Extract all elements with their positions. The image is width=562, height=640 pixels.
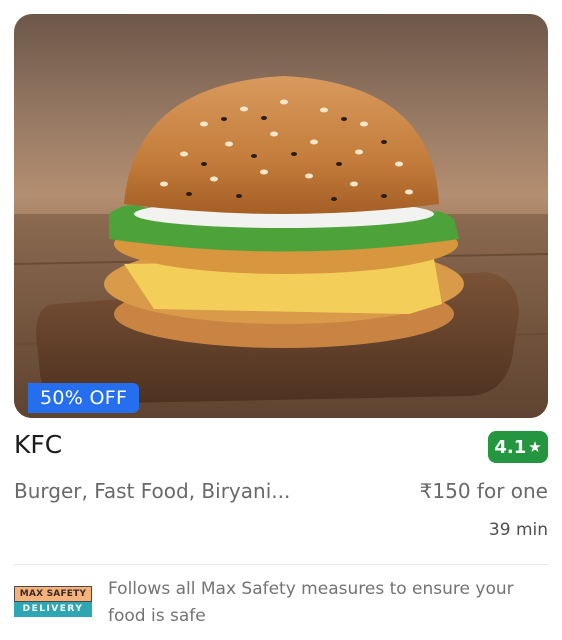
rating-badge: 4.1 ★ xyxy=(488,431,548,463)
offer-badge: 50% OFF xyxy=(28,383,140,413)
divider xyxy=(14,564,548,565)
rating-value: 4.1 xyxy=(494,436,527,458)
max-safety-logo-bottom: DELIVERY xyxy=(14,602,92,617)
restaurant-image[interactable]: 50% OFF xyxy=(14,14,548,418)
max-safety-logo: MAX SAFETY DELIVERY xyxy=(14,586,92,618)
star-icon: ★ xyxy=(528,438,542,456)
restaurant-card[interactable]: 50% OFF KFC 4.1 ★ Burger, Fast Food, Bir… xyxy=(0,0,562,640)
delivery-time: 39 min xyxy=(488,520,548,540)
burger-image xyxy=(14,76,548,418)
price-for-one: ₹150 for one xyxy=(419,479,548,503)
max-safety-logo-top: MAX SAFETY xyxy=(14,586,92,602)
safety-message: Follows all Max Safety measures to ensur… xyxy=(108,579,514,626)
cuisine-list: Burger, Fast Food, Biryani... xyxy=(14,479,291,503)
restaurant-name[interactable]: KFC xyxy=(14,430,62,459)
